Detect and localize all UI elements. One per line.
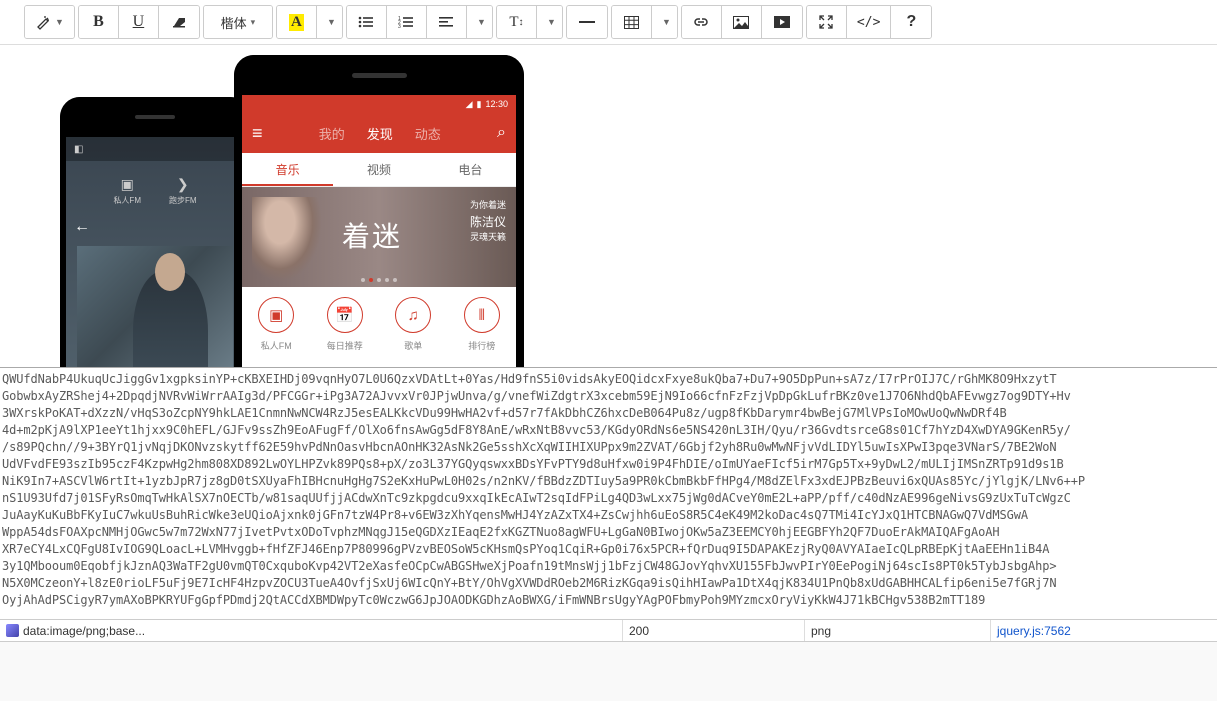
subtab-radio: 电台 (425, 153, 516, 186)
editor-container: ▼ B U 楷体▾ A ▼ 123 ▼ T↕ ▼ ▼ (0, 0, 1217, 367)
font-color-button[interactable]: A (277, 6, 317, 38)
heading-button[interactable]: T↕ (497, 6, 537, 38)
search-icon: ⌕ (497, 124, 506, 142)
status-code-cell: 200 (623, 620, 805, 641)
paragraph-dropdown[interactable]: ▼ (467, 6, 492, 38)
feature-icons: ▣私人FM 📅每日推荐 ♫歌单 ⫴排行榜 (242, 287, 516, 359)
unordered-list-button[interactable] (347, 6, 387, 38)
devtools-empty-area (0, 641, 1217, 701)
feature-rank: ⫴排行榜 (448, 297, 517, 359)
back-arrow-icon: ← (74, 218, 236, 236)
signal-icon: ◢ (466, 99, 473, 110)
editor-content-area[interactable]: ◧ ▣私人FM ❯跑步FM ← 寻 外 ◢ (0, 45, 1217, 367)
help-button[interactable]: ? (891, 6, 931, 38)
mime-cell: png (805, 620, 991, 641)
feature-fm: ▣私人FM (242, 297, 311, 359)
font-color-dropdown[interactable]: ▼ (317, 6, 342, 38)
bold-button[interactable]: B (79, 6, 119, 38)
resource-name-cell[interactable]: data:image/png;base... (0, 620, 623, 641)
app-header: ≡ 我的 发现 动态 ⌕ (242, 113, 516, 153)
table-dropdown[interactable]: ▼ (652, 6, 677, 38)
heading-dropdown[interactable]: ▼ (537, 6, 562, 38)
erase-button[interactable] (159, 6, 199, 38)
album-cover-back: 寻 外 (77, 246, 233, 367)
phone-mockup-back: ◧ ▣私人FM ❯跑步FM ← 寻 外 (60, 97, 250, 367)
initiator-link[interactable]: jquery.js:7562 (997, 624, 1071, 638)
feature-daily: 📅每日推荐 (311, 297, 380, 359)
fullscreen-button[interactable] (807, 6, 847, 38)
subtab-video: 视频 (333, 153, 424, 186)
feature-playlist: ♫歌单 (379, 297, 448, 359)
calendar-icon: 📅 (327, 297, 363, 333)
banner-title: 着迷 (342, 215, 402, 255)
nav-discover: 发现 (367, 124, 393, 143)
network-row[interactable]: data:image/png;base... 200 png jquery.js… (0, 619, 1217, 641)
radio-icon: ▣ (113, 176, 141, 193)
back-nav-fm: ▣私人FM (113, 176, 141, 206)
phone-mockup-front: ◢ ▮ 12:30 ≡ 我的 发现 动态 ⌕ 音乐 视频 电台 (234, 55, 524, 367)
banner: 着迷 为你着迷 陈洁仪 灵魂天籁 (242, 187, 516, 287)
initiator-cell[interactable]: jquery.js:7562 (991, 620, 1217, 641)
magic-button[interactable]: ▼ (25, 6, 74, 38)
video-button[interactable] (762, 6, 802, 38)
chart-icon: ⫴ (464, 297, 500, 333)
nav-my: 我的 (319, 124, 345, 143)
resource-name: data:image/png;base... (23, 624, 145, 638)
editor-toolbar: ▼ B U 楷体▾ A ▼ 123 ▼ T↕ ▼ ▼ (0, 0, 1217, 45)
ordered-list-button[interactable]: 123 (387, 6, 427, 38)
font-family-label: 楷体 (221, 13, 247, 32)
run-icon: ❯ (169, 176, 197, 193)
nav-dynamic: 动态 (415, 124, 441, 143)
underline-button[interactable]: U (119, 6, 159, 38)
paragraph-align-button[interactable] (427, 6, 467, 38)
resource-icon (6, 624, 19, 637)
battery-icon: ▮ (477, 99, 482, 110)
menu-icon: ≡ (252, 123, 263, 144)
playlist-icon: ♫ (395, 297, 431, 333)
statusbar-icon: ◧ (74, 144, 83, 155)
banner-side-1: 为你着迷 (470, 199, 506, 213)
hr-button[interactable] (567, 6, 607, 38)
svg-text:3: 3 (398, 24, 401, 29)
fm-icon: ▣ (258, 297, 294, 333)
banner-side-2: 陈洁仪 (470, 213, 506, 231)
font-family-select[interactable]: 楷体▾ (204, 6, 272, 38)
status-time: 12:30 (485, 99, 508, 109)
codeview-button[interactable]: </> (847, 6, 891, 38)
sub-tabs: 音乐 视频 电台 (242, 153, 516, 187)
phone-status-bar: ◢ ▮ 12:30 (242, 95, 516, 113)
banner-side-3: 灵魂天籁 (470, 231, 506, 245)
base64-output[interactable]: QWUfdNabP4UkuqUcJiggGv1xgpksinYP+cKBXEIH… (0, 368, 1217, 619)
link-button[interactable] (682, 6, 722, 38)
picture-button[interactable] (722, 6, 762, 38)
back-nav-run: ❯跑步FM (169, 176, 197, 206)
subtab-music: 音乐 (242, 153, 333, 186)
table-button[interactable] (612, 6, 652, 38)
devtools-panel: QWUfdNabP4UkuqUcJiggGv1xgpksinYP+cKBXEIH… (0, 367, 1217, 701)
